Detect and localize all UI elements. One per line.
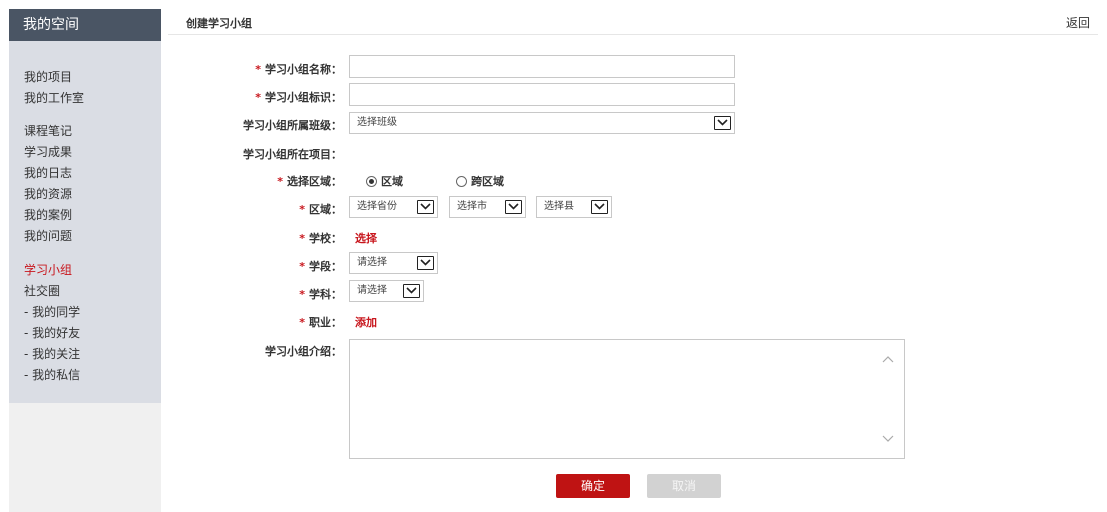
- scroll-up-icon[interactable]: [882, 352, 894, 366]
- sidebar-item-my-friends[interactable]: - 我的好友: [24, 326, 80, 340]
- confirm-button[interactable]: 确定: [556, 474, 630, 498]
- chevron-down-icon: [591, 200, 608, 214]
- sidebar-title: 我的空间: [9, 9, 161, 41]
- subject-select-value: 请选择: [357, 285, 387, 296]
- region-type-label: * 选择区域：: [277, 175, 342, 188]
- region-cross-label: 跨区域: [471, 175, 504, 188]
- cancel-button[interactable]: 取消: [647, 474, 721, 498]
- sidebar-item-my-following[interactable]: - 我的关注: [24, 347, 80, 361]
- chevron-down-icon: [505, 200, 522, 214]
- sidebar-item-my-classmates[interactable]: - 我的同学: [24, 305, 80, 319]
- chevron-down-icon: [417, 256, 434, 270]
- county-select[interactable]: 选择县: [536, 196, 612, 218]
- province-select-value: 选择省份: [357, 201, 397, 212]
- sidebar-item-study-groups[interactable]: 学习小组: [24, 263, 72, 277]
- region-label: * 区域：: [299, 203, 342, 216]
- career-add-link[interactable]: 添加: [355, 314, 377, 330]
- page-header: 创建学习小组 返回: [168, 9, 1098, 35]
- chevron-down-icon: [714, 116, 731, 130]
- intro-textarea[interactable]: [349, 339, 905, 459]
- class-label: 学习小组所属班级：: [243, 119, 342, 132]
- page-title: 创建学习小组: [186, 17, 252, 30]
- stage-select[interactable]: 请选择: [349, 252, 438, 274]
- subject-select[interactable]: 请选择: [349, 280, 424, 302]
- sidebar-item-my-cases[interactable]: 我的案例: [24, 208, 72, 222]
- city-select-value: 选择市: [457, 201, 487, 212]
- intro-label: 学习小组介绍：: [265, 345, 342, 358]
- group-name-label: * 学习小组名称：: [255, 63, 342, 76]
- class-select[interactable]: 选择班级: [349, 112, 735, 134]
- radio-checked-icon: [366, 175, 377, 187]
- county-select-value: 选择县: [544, 201, 574, 212]
- subject-label: * 学科：: [299, 288, 342, 301]
- class-select-value: 选择班级: [357, 117, 397, 128]
- sidebar-item-learning-results[interactable]: 学习成果: [24, 145, 72, 159]
- city-select[interactable]: 选择市: [449, 196, 526, 218]
- sidebar-item-my-projects[interactable]: 我的项目: [24, 70, 72, 84]
- group-id-label: * 学习小组标识：: [255, 91, 342, 104]
- career-label: * 职业：: [299, 316, 342, 329]
- back-link[interactable]: 返回: [1066, 14, 1090, 31]
- radio-unchecked-icon: [456, 175, 467, 187]
- sidebar-item-my-questions[interactable]: 我的问题: [24, 229, 72, 243]
- project-label: 学习小组所在项目：: [243, 148, 342, 161]
- region-local-radio[interactable]: 区域: [366, 173, 403, 189]
- group-id-input[interactable]: [349, 83, 735, 106]
- sidebar-item-my-messages[interactable]: - 我的私信: [24, 368, 80, 382]
- sidebar-menu: 我的项目 我的工作室 课程笔记 学习成果 我的日志 我的资源 我的案例 我的问题…: [9, 41, 161, 403]
- chevron-down-icon: [403, 284, 420, 298]
- sidebar-item-my-journal[interactable]: 我的日志: [24, 166, 72, 180]
- sidebar-item-my-studio[interactable]: 我的工作室: [24, 91, 84, 105]
- scroll-down-icon[interactable]: [882, 432, 894, 446]
- school-select-link[interactable]: 选择: [355, 230, 377, 246]
- school-label: * 学校：: [299, 232, 342, 245]
- stage-label: * 学段：: [299, 260, 342, 273]
- stage-select-value: 请选择: [357, 257, 387, 268]
- province-select[interactable]: 选择省份: [349, 196, 438, 218]
- chevron-down-icon: [417, 200, 434, 214]
- sidebar-item-course-notes[interactable]: 课程笔记: [24, 124, 72, 138]
- group-name-input[interactable]: [349, 55, 735, 78]
- sidebar-item-my-resources[interactable]: 我的资源: [24, 187, 72, 201]
- sidebar: 我的空间 我的项目 我的工作室 课程笔记 学习成果 我的日志 我的资源 我的案例…: [9, 9, 161, 512]
- region-local-label: 区域: [381, 175, 403, 188]
- sidebar-item-social-circle[interactable]: 社交圈: [24, 284, 60, 298]
- region-cross-radio[interactable]: 跨区域: [456, 173, 504, 189]
